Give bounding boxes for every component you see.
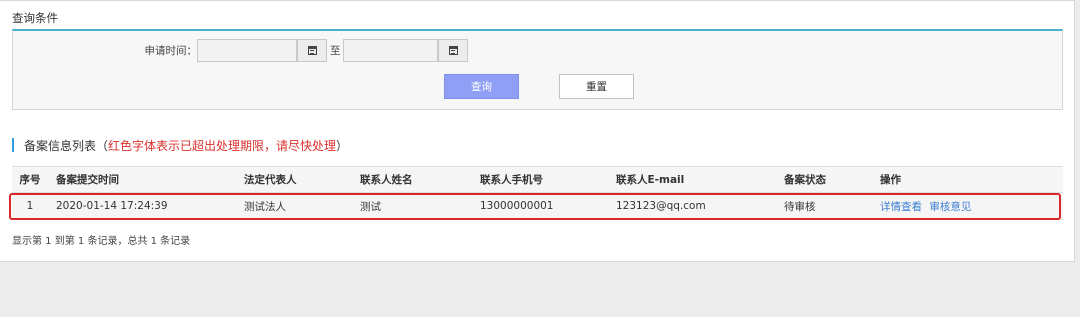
column-header-status[interactable]: 备案状态 [784,166,880,193]
list-title: 备案信息列表（ [24,138,109,153]
date-range-label: 申请时间： [144,45,198,57]
row-legal-rep: 测试法人 [244,192,360,220]
column-header-phone[interactable]: 联系人手机号 [480,166,616,193]
main-panel: 查询条件 申请时间： 至 查询 重置 备案信息列表（ 红色字体表示已超出处理期限… [0,0,1075,262]
calendar-icon [307,46,317,55]
date-range-to-label: 至 [330,45,341,57]
end-date-calendar-button[interactable] [438,39,468,62]
row-status: 待审核 [784,192,880,220]
column-header-contact-name[interactable]: 联系人姓名 [360,166,480,193]
records-table: 序号 备案提交时间 法定代表人 联系人姓名 联系人手机号 联系人E-mail 备… [12,166,1063,220]
start-date-calendar-button[interactable] [297,39,327,62]
column-header-index[interactable]: 序号 [12,166,48,193]
pagination-summary: 显示第 1 到第 1 条记录，总共 1 条记录 [12,236,191,247]
table-row: 1 2020-01-14 17:24:39 测试法人 测试 1300000000… [12,192,1063,220]
query-section-title: 查询条件 [12,11,58,25]
column-header-email[interactable]: 联系人E-mail [616,166,784,193]
row-actions: 详情查看 审核意见 [880,192,1063,220]
table-header-row: 序号 备案提交时间 法定代表人 联系人姓名 联系人手机号 联系人E-mail 备… [12,166,1063,193]
view-details-link[interactable]: 详情查看 [880,201,922,213]
column-header-legal-rep[interactable]: 法定代表人 [244,166,360,193]
query-form: 申请时间： 至 查询 重置 [12,29,1063,110]
calendar-icon [448,46,458,55]
review-opinion-link[interactable]: 审核意见 [929,201,971,213]
list-header: 备案信息列表（ 红色字体表示已超出处理期限，请尽快处理 ） [12,137,348,153]
column-header-actions: 操作 [880,166,1063,193]
row-contact-name: 测试 [360,192,480,220]
row-index: 1 [12,192,48,220]
row-email: 123123@qq.com [616,192,784,220]
end-date-input[interactable] [343,39,438,62]
reset-button[interactable]: 重置 [559,74,634,99]
overdue-note: 红色字体表示已超出处理期限，请尽快处理 [108,138,337,153]
column-header-submit-time[interactable]: 备案提交时间 [48,166,244,193]
search-button[interactable]: 查询 [444,74,519,99]
row-phone: 13000000001 [480,192,616,220]
section-accent-bar [12,138,14,152]
list-title-end: ） [336,138,349,153]
row-submit-time: 2020-01-14 17:24:39 [48,192,244,220]
start-date-input[interactable] [197,39,297,62]
